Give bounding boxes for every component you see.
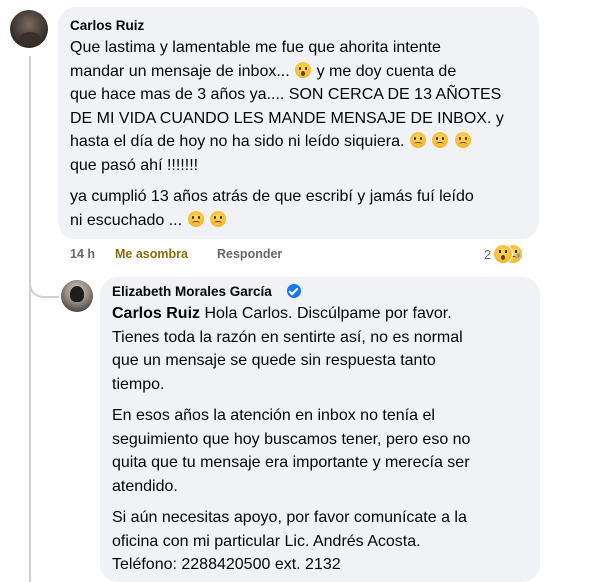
thread-line — [29, 56, 31, 582]
reply-text-2: En esos años la atención en inbox no ten… — [112, 407, 471, 495]
reaction-count[interactable]: 2 — [484, 247, 491, 262]
mention-link[interactable]: Carlos Ruiz — [112, 305, 200, 322]
reply-author[interactable]: Elizabeth Morales García — [112, 284, 272, 299]
avatar[interactable] — [61, 280, 93, 312]
thread-connector — [29, 262, 59, 298]
wow-reaction-button[interactable]: Me asombra — [115, 247, 188, 261]
comment-author[interactable]: Carlos Ruiz — [70, 18, 144, 33]
reply-text-3: Si aún necesitas apoyo, por favor comuní… — [112, 509, 467, 573]
frowning-emoji-icon — [409, 132, 426, 148]
astonished-emoji-icon — [295, 61, 312, 78]
avatar[interactable] — [10, 10, 48, 48]
wow-icon — [493, 244, 513, 264]
frowning-emoji-icon — [454, 132, 471, 148]
comment-timestamp[interactable]: 14 h — [70, 247, 95, 261]
reply-button[interactable]: Responder — [217, 247, 282, 261]
verified-badge-icon — [287, 284, 301, 298]
reply-text: Carlos Ruiz Hola Carlos. Discúlpame por … — [112, 305, 463, 393]
comment-text-2: ya cumplió 13 años atrás de que escribí … — [70, 188, 474, 229]
comment-text: Que lastima y lamentable me fue que ahor… — [70, 39, 504, 174]
frowning-emoji-icon — [432, 132, 449, 148]
frowning-emoji-icon — [187, 210, 204, 227]
confused-emoji-icon — [209, 210, 226, 227]
